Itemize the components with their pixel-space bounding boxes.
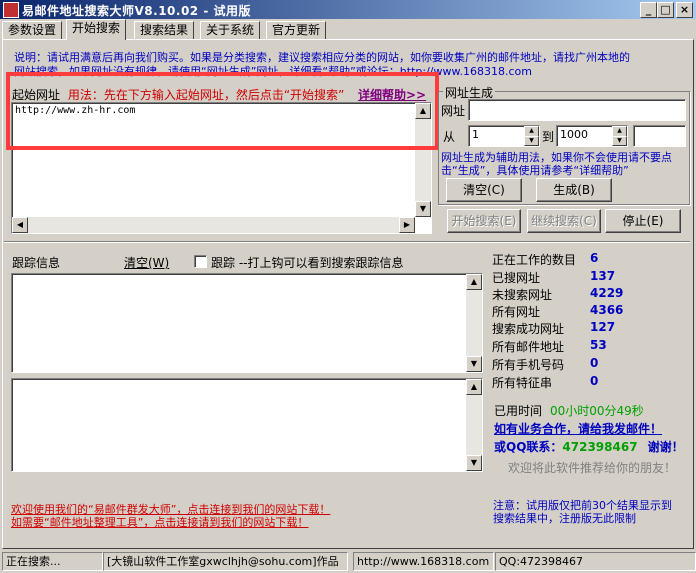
scroll-left-arrow-icon[interactable]: ◀ [12, 217, 28, 233]
qq-prefix: 或QQ联系： [494, 440, 563, 454]
clear-url-button[interactable]: 清空(C) [446, 178, 522, 202]
highlight-box [6, 72, 439, 150]
start-search-button[interactable]: 开始搜索(E) [447, 209, 521, 233]
scroll-up-arrow-icon[interactable]: ▲ [466, 379, 482, 395]
separator [4, 241, 690, 243]
stat-label-phones: 所有手机号码 [492, 358, 565, 372]
stat-value-emails: 53 [590, 338, 607, 352]
stat-value-phones: 0 [590, 356, 599, 370]
studio-credit: [大镜山软件工作室gxwclhjh@sohu.com]作品 [103, 552, 348, 571]
title-bar: 易邮件地址搜索大师V8.10.02 - 试用版 _ □ × [0, 0, 696, 19]
trace-checkbox[interactable] [194, 255, 207, 268]
from-value: 1 [472, 128, 479, 141]
scroll-up-arrow-icon[interactable]: ▲ [466, 274, 482, 290]
to-value: 1000 [560, 128, 588, 141]
tab-start-search[interactable]: 开始搜索 [66, 19, 127, 40]
trial-note-line-2: 搜索结果中，注册版无此限制 [493, 512, 636, 525]
website-url: http://www.168318.com [353, 552, 494, 571]
tab-settings[interactable]: 参数设置 [2, 21, 63, 40]
stat-label-searched: 已搜网址 [492, 271, 541, 285]
stop-button[interactable]: 停止(E) [605, 209, 681, 233]
trace-bottom-vscrollbar[interactable]: ▲ ▼ [466, 379, 482, 471]
stat-value-working: 6 [590, 251, 599, 265]
recommend-text: 欢迎将此软件推荐给你的朋友！ [508, 461, 677, 475]
url-suffix-input[interactable] [633, 125, 686, 147]
continue-search-button[interactable]: 继续搜索(C) [527, 209, 601, 233]
qq-number: 472398467 [562, 440, 638, 454]
spin-down-icon[interactable]: ▼ [612, 136, 627, 146]
to-label: 到 [542, 130, 555, 144]
tab-search-results[interactable]: 搜索结果 [134, 21, 195, 40]
url-label: 网址 [441, 104, 466, 118]
trace-log-top[interactable]: ▲ ▼ [11, 273, 483, 373]
url-pattern-input[interactable] [468, 99, 686, 121]
cooperation-link[interactable]: 如有业务合作，请给我发邮件！ [494, 420, 662, 437]
status-text: 正在搜索... [2, 552, 103, 571]
trial-note-line-1: 注意：试用版仅把前30个结果显示到 [493, 499, 672, 512]
maximize-button[interactable]: □ [657, 2, 674, 18]
from-spinner[interactable]: 1 ▲ ▼ [468, 125, 540, 147]
tab-updates[interactable]: 官方更新 [266, 21, 327, 40]
scroll-down-arrow-icon[interactable]: ▼ [466, 356, 482, 372]
stat-label-features: 所有特征串 [492, 376, 553, 390]
trace-top-vscrollbar[interactable]: ▲ ▼ [466, 274, 482, 372]
window-title: 易邮件地址搜索大师V8.10.02 - 试用版 [22, 4, 251, 18]
stat-value-success-urls: 127 [590, 320, 616, 334]
notice-line-1: 说明：请试用满意后再向我们购买。如果是分类搜索，建议搜索相应分类的网站，如你要收… [14, 51, 630, 64]
trial-note: 注意：试用版仅把前30个结果显示到 搜索结果中，注册版无此限制 [493, 499, 672, 525]
trace-clear-button[interactable]: 清空(W) [124, 254, 169, 271]
stat-value-unsearched: 4229 [590, 286, 624, 300]
stat-value-searched: 137 [590, 269, 616, 283]
trace-log-bottom[interactable]: ▲ ▼ [11, 378, 483, 472]
stat-label-success-urls: 搜索成功网址 [492, 322, 565, 336]
generate-button[interactable]: 生成(B) [536, 178, 612, 202]
close-button[interactable]: × [676, 2, 693, 18]
tab-about[interactable]: 关于系统 [200, 21, 261, 40]
elapsed-value: 00小时00分49秒 [550, 404, 644, 418]
stat-label-working: 正在工作的数目 [492, 253, 577, 267]
minimize-button[interactable]: _ [640, 2, 657, 18]
address-tool-link[interactable]: 如需要“邮件地址整理工具”，点击连接请到我们的网站下载！ [11, 514, 308, 530]
from-label: 从 [443, 130, 456, 144]
qq-contact: 或QQ联系：472398467 谢谢！ [494, 438, 684, 455]
spin-down-icon[interactable]: ▼ [524, 136, 539, 146]
trace-checkbox-label: 跟踪 --打上钩可以看到搜索跟踪信息 [211, 256, 404, 270]
url-gen-hint: 网址生成为辅助用法，如果你不会使用请不要点击“生成”，具体使用请参考“详细帮助” [441, 151, 672, 177]
app-icon [3, 2, 19, 18]
scroll-down-arrow-icon[interactable]: ▼ [415, 201, 431, 217]
to-spinner[interactable]: 1000 ▲ ▼ [556, 125, 628, 147]
elapsed-label: 已用时间 [494, 404, 543, 418]
stat-label-unsearched: 未搜索网址 [492, 288, 553, 302]
stat-label-emails: 所有邮件地址 [492, 340, 565, 354]
stat-label-all-urls: 所有网址 [492, 305, 541, 319]
qq-status: QQ:472398467 [495, 552, 696, 571]
scroll-right-arrow-icon[interactable]: ▶ [399, 217, 415, 233]
status-bar: 正在搜索... [大镜山软件工作室gxwclhjh@sohu.com]作品 ht… [0, 550, 696, 573]
trace-label: 跟踪信息 [12, 256, 61, 270]
thanks-text: 谢谢！ [647, 440, 684, 454]
textarea-hscrollbar[interactable]: ◀ ▶ [12, 217, 415, 233]
stat-value-features: 0 [590, 374, 599, 388]
scroll-down-arrow-icon[interactable]: ▼ [466, 455, 482, 471]
stat-value-all-urls: 4366 [590, 303, 624, 317]
